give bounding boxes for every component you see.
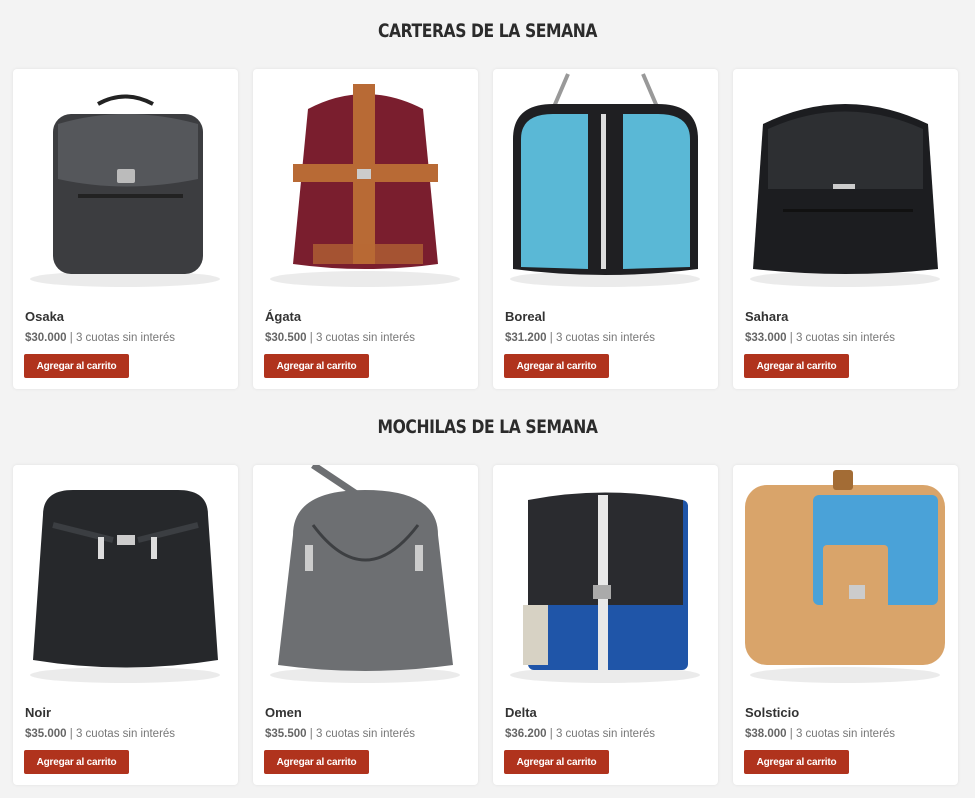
- price-separator: |: [306, 332, 316, 344]
- product-name[interactable]: Boreal: [505, 309, 545, 324]
- section-title-carteras: CARTERAS DE LA SEMANA: [377, 20, 598, 42]
- product-installments: 3 cuotas sin interés: [315, 332, 416, 344]
- product-grid-mochilas: Noir $35.000 | 3 cuotas sin interés Agre…: [13, 465, 963, 785]
- product-installments: 3 cuotas sin interés: [75, 332, 176, 344]
- product-price: $30.000: [25, 332, 67, 344]
- add-to-cart-button[interactable]: Agregar al carrito: [744, 354, 849, 378]
- product-price-line: $30.500 | 3 cuotas sin interés: [265, 332, 415, 344]
- product-image[interactable]: [493, 69, 718, 294]
- product-name[interactable]: Osaka: [25, 309, 64, 324]
- product-name[interactable]: Delta: [505, 705, 537, 720]
- product-grid-carteras: Osaka $30.000 | 3 cuotas sin interés Agr…: [13, 69, 963, 389]
- product-installments: 3 cuotas sin interés: [795, 728, 896, 740]
- product-name[interactable]: Solsticio: [745, 705, 799, 720]
- product-name[interactable]: Ágata: [265, 309, 301, 324]
- product-image[interactable]: [493, 465, 718, 690]
- product-installments: 3 cuotas sin interés: [315, 728, 416, 740]
- add-to-cart-button[interactable]: Agregar al carrito: [504, 354, 609, 378]
- product-installments: 3 cuotas sin interés: [555, 728, 656, 740]
- product-installments: 3 cuotas sin interés: [795, 332, 896, 344]
- product-price: $36.200: [505, 728, 547, 740]
- price-separator: |: [786, 332, 796, 344]
- product-price-line: $30.000 | 3 cuotas sin interés: [25, 332, 175, 344]
- product-image[interactable]: [13, 69, 238, 294]
- product-card[interactable]: Noir $35.000 | 3 cuotas sin interés Agre…: [13, 465, 238, 785]
- product-card[interactable]: Osaka $30.000 | 3 cuotas sin interés Agr…: [13, 69, 238, 389]
- product-installments: 3 cuotas sin interés: [75, 728, 176, 740]
- product-price-line: $33.000 | 3 cuotas sin interés: [745, 332, 895, 344]
- add-to-cart-button[interactable]: Agregar al carrito: [744, 750, 849, 774]
- add-to-cart-button[interactable]: Agregar al carrito: [264, 354, 369, 378]
- add-to-cart-button[interactable]: Agregar al carrito: [24, 354, 129, 378]
- product-card[interactable]: Boreal $31.200 | 3 cuotas sin interés Ag…: [493, 69, 718, 389]
- price-separator: |: [306, 728, 316, 740]
- add-to-cart-button[interactable]: Agregar al carrito: [24, 750, 129, 774]
- product-price-line: $35.000 | 3 cuotas sin interés: [25, 728, 175, 740]
- product-price: $33.000: [745, 332, 787, 344]
- price-separator: |: [546, 728, 556, 740]
- product-image[interactable]: [253, 69, 478, 294]
- product-price: $31.200: [505, 332, 547, 344]
- product-card[interactable]: Omen $35.500 | 3 cuotas sin interés Agre…: [253, 465, 478, 785]
- product-image[interactable]: [253, 465, 478, 690]
- product-price-line: $31.200 | 3 cuotas sin interés: [505, 332, 655, 344]
- product-card[interactable]: Sahara $33.000 | 3 cuotas sin interés Ag…: [733, 69, 958, 389]
- product-image[interactable]: [733, 465, 958, 690]
- product-card[interactable]: Delta $36.200 | 3 cuotas sin interés Agr…: [493, 465, 718, 785]
- price-separator: |: [786, 728, 796, 740]
- price-separator: |: [66, 332, 76, 344]
- product-name[interactable]: Noir: [25, 705, 51, 720]
- add-to-cart-button[interactable]: Agregar al carrito: [264, 750, 369, 774]
- product-image[interactable]: [733, 69, 958, 294]
- product-price-line: $38.000 | 3 cuotas sin interés: [745, 728, 895, 740]
- product-price: $30.500: [265, 332, 307, 344]
- product-card[interactable]: Solsticio $38.000 | 3 cuotas sin interés…: [733, 465, 958, 785]
- add-to-cart-button[interactable]: Agregar al carrito: [504, 750, 609, 774]
- product-image[interactable]: [13, 465, 238, 690]
- product-price: $38.000: [745, 728, 787, 740]
- product-price: $35.500: [265, 728, 307, 740]
- product-price-line: $36.200 | 3 cuotas sin interés: [505, 728, 655, 740]
- product-price: $35.000: [25, 728, 67, 740]
- product-price-line: $35.500 | 3 cuotas sin interés: [265, 728, 415, 740]
- product-installments: 3 cuotas sin interés: [555, 332, 656, 344]
- product-card[interactable]: Ágata $30.500 | 3 cuotas sin interés Agr…: [253, 69, 478, 389]
- price-separator: |: [66, 728, 76, 740]
- price-separator: |: [546, 332, 556, 344]
- section-title-mochilas: MOCHILAS DE LA SEMANA: [377, 416, 598, 438]
- product-name[interactable]: Sahara: [745, 309, 788, 324]
- product-name[interactable]: Omen: [265, 705, 302, 720]
